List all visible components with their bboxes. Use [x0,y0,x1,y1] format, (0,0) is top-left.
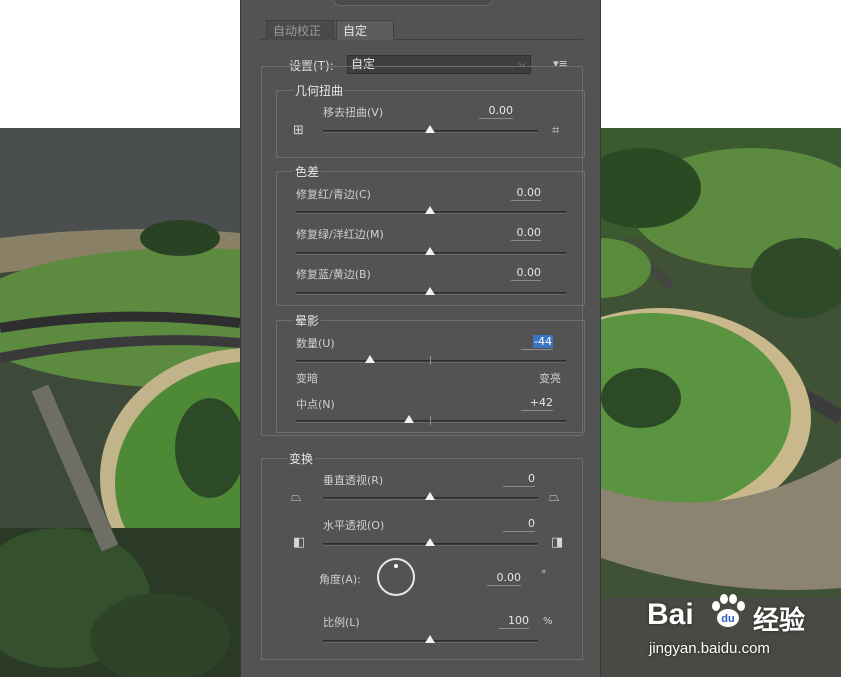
vignette-midpoint-value[interactable]: +42 [521,396,553,411]
vignette-amount-track[interactable] [296,360,566,363]
remove-distortion-value[interactable]: 0.00 [479,104,513,119]
fix-green-magenta-label: 修复绿/洋红边(M) [296,228,384,241]
vertical-perspective-slider-thumb[interactable] [425,492,435,500]
panel-bottom-edge [261,659,583,660]
geometric-distortion-group [276,90,585,158]
angle-dial-indicator [394,564,398,568]
angle-dial[interactable] [377,558,415,596]
panel-header-edge [333,0,493,6]
scale-unit: % [543,616,553,627]
chromatic-aberration-title: 色差 [293,163,322,180]
tab-auto-correction[interactable]: 自动校正 [266,20,334,40]
lighten-label: 变亮 [539,372,561,385]
vignette-amount-slider-thumb[interactable] [365,355,375,363]
horizontal-perspective-slider-thumb[interactable] [425,538,435,546]
watermark-url: jingyan.baidu.com [649,640,770,657]
scale-label: 比例(L) [323,616,360,629]
fix-blue-yellow-value[interactable]: 0.00 [511,266,541,281]
angle-label: 角度(A): [319,573,361,586]
geometric-distortion-title: 几何扭曲 [293,82,346,99]
remove-distortion-label: 移去扭曲(V) [323,106,384,119]
tab-bar: 自动校正 自定 [261,20,583,40]
watermark-brand-cn: 经验 [753,606,806,636]
vignette-midpoint-center-tick [430,416,431,425]
vertical-perspective-value[interactable]: 0 [503,472,535,487]
fix-green-magenta-slider-thumb[interactable] [425,247,435,255]
vignette-midpoint-slider-thumb[interactable] [404,415,414,423]
baidu-jingyan-watermark: Bai du 经验 jingyan.baidu.com [647,590,837,670]
fix-red-cyan-slider-thumb[interactable] [425,206,435,214]
background-photo-left [0,128,240,677]
vignette-amount-label: 数量(U) [296,337,335,350]
angle-unit: ° [541,568,547,581]
vertical-perspective-left-icon: ⏢ [291,490,302,505]
horizontal-perspective-right-icon: ◨ [551,535,564,550]
vertical-perspective-label: 垂直透视(R) [323,474,384,487]
fix-blue-yellow-label: 修复蓝/黄边(B) [296,268,371,281]
vignette-title: 晕影 [293,312,322,329]
barrel-icon: ⌗ [552,123,560,138]
darken-label: 变暗 [296,372,318,385]
fix-blue-yellow-slider-thumb[interactable] [425,287,435,295]
horizontal-perspective-left-icon: ◧ [293,535,306,550]
transform-title: 变换 [287,450,316,467]
fix-green-magenta-value[interactable]: 0.00 [511,226,541,241]
watermark-brand-a: Bai [647,598,694,631]
horizontal-perspective-label: 水平透视(O) [323,519,385,532]
lens-correction-custom-panel: 自动校正 自定 设置(T): 自定 ⌵ ▾≡ 几何扭曲 移去扭曲(V) 0.00… [240,0,601,677]
vignette-midpoint-label: 中点(N) [296,398,335,411]
watermark-brand-b: du [721,613,734,625]
tab-custom[interactable]: 自定 [336,20,394,40]
transform-group [261,458,583,660]
vertical-perspective-right-icon: ⏢ [549,490,560,505]
scale-slider-thumb[interactable] [425,635,435,643]
fix-red-cyan-label: 修复红/青边(C) [296,188,371,201]
vignette-midpoint-track[interactable] [296,420,566,423]
baidu-paw-icon: du [712,594,745,627]
scale-value[interactable]: 100 [499,614,529,629]
fix-red-cyan-value[interactable]: 0.00 [511,186,541,201]
vignette-amount-value[interactable]: -44 [521,335,553,350]
horizontal-perspective-value[interactable]: 0 [503,517,535,532]
pincushion-icon: ⊞ [293,123,304,138]
vignette-amount-center-tick [430,356,431,365]
angle-value[interactable]: 0.00 [487,571,521,586]
remove-distortion-slider-thumb[interactable] [425,125,435,133]
